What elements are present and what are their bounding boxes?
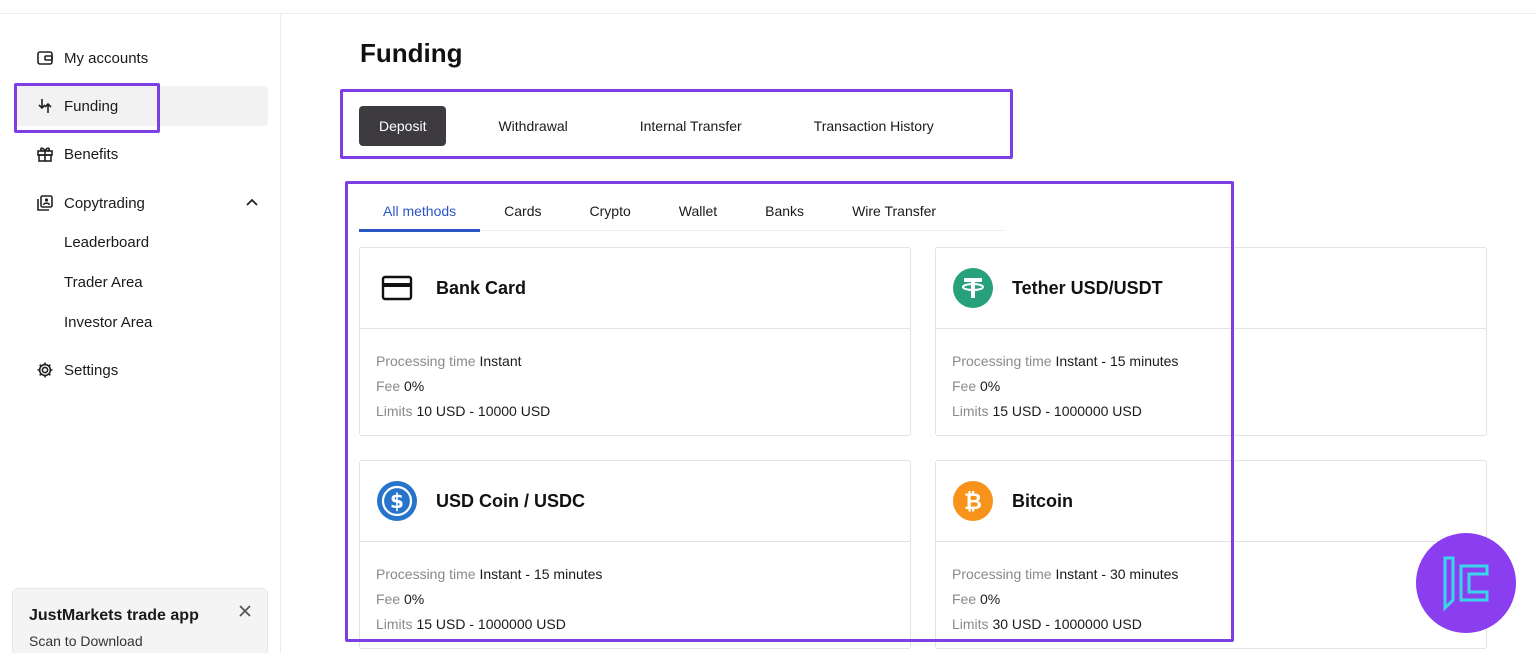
sidebar-subitem-leaderboard[interactable]: Leaderboard xyxy=(64,230,149,254)
page-title: Funding xyxy=(360,38,463,68)
wallet-icon xyxy=(36,49,54,67)
gear-icon xyxy=(36,361,54,379)
limits-value: 15 USD - 1000000 USD xyxy=(992,403,1142,419)
funding-tabs: Deposit Withdrawal Internal Transfer Tra… xyxy=(359,106,954,146)
usdc-icon: $ xyxy=(376,480,418,522)
brand-logo-badge xyxy=(1416,533,1516,633)
method-card-bank-card[interactable]: Bank Card Processing time Instant Fee 0%… xyxy=(359,247,911,436)
method-card-tether[interactable]: Tether USD/USDT Processing time Instant … xyxy=(935,247,1487,436)
fee-label: Fee xyxy=(376,378,401,394)
processing-label: Processing time xyxy=(952,566,1052,582)
copytrading-icon xyxy=(36,194,54,212)
svg-text:₿: ₿ xyxy=(964,490,982,515)
tab-wire-transfer[interactable]: Wire Transfer xyxy=(828,190,960,231)
tab-deposit[interactable]: Deposit xyxy=(359,106,447,146)
tab-cards[interactable]: Cards xyxy=(480,190,565,231)
tab-crypto[interactable]: Crypto xyxy=(566,190,655,231)
funding-arrows-icon xyxy=(36,97,54,115)
tab-withdrawal[interactable]: Withdrawal xyxy=(478,106,587,146)
fee-value: 0% xyxy=(404,378,425,394)
processing-value: Instant - 15 minutes xyxy=(479,566,603,582)
processing-value: Instant - 30 minutes xyxy=(1055,566,1179,582)
close-icon[interactable] xyxy=(237,603,253,619)
fee-value: 0% xyxy=(980,378,1001,394)
app-download-banner[interactable]: JustMarkets trade app Scan to Download xyxy=(12,588,268,653)
chevron-up-icon[interactable] xyxy=(244,195,260,211)
limits-value: 30 USD - 1000000 USD xyxy=(992,616,1142,632)
limits-value: 10 USD - 10000 USD xyxy=(416,403,551,419)
limits-label: Limits xyxy=(376,616,413,632)
tether-icon xyxy=(952,267,994,309)
processing-label: Processing time xyxy=(376,566,476,582)
sidebar-item-funding[interactable]: Funding xyxy=(16,86,268,126)
tab-wallet[interactable]: Wallet xyxy=(655,190,741,231)
processing-value: Instant xyxy=(479,353,522,369)
sidebar-item-benefits[interactable]: Benefits xyxy=(16,134,268,174)
fee-label: Fee xyxy=(952,378,977,394)
processing-label: Processing time xyxy=(952,353,1052,369)
app-banner-title: JustMarkets trade app xyxy=(29,607,199,624)
limits-value: 15 USD - 1000000 USD xyxy=(416,616,566,632)
fee-label: Fee xyxy=(952,591,977,607)
gift-icon xyxy=(36,145,54,163)
sidebar-item-label: My accounts xyxy=(64,49,149,67)
tab-transaction-history[interactable]: Transaction History xyxy=(794,106,954,146)
fee-value: 0% xyxy=(404,591,425,607)
fee-label: Fee xyxy=(376,591,401,607)
method-name: USD Coin / USDC xyxy=(436,490,586,511)
sidebar: My accounts Funding Benefits Copytrading… xyxy=(0,14,281,653)
processing-value: Instant - 15 minutes xyxy=(1055,353,1179,369)
bitcoin-icon: ₿ xyxy=(952,480,994,522)
fee-value: 0% xyxy=(980,591,1001,607)
method-name: Tether USD/USDT xyxy=(1012,277,1163,298)
method-name: Bank Card xyxy=(436,277,527,298)
sidebar-item-label: Benefits xyxy=(64,145,119,163)
card-icon xyxy=(376,267,418,309)
limits-label: Limits xyxy=(952,403,989,419)
tab-all-methods[interactable]: All methods xyxy=(359,190,481,232)
sidebar-subitem-investor-area[interactable]: Investor Area xyxy=(64,310,152,334)
sidebar-item-my-accounts[interactable]: My accounts xyxy=(16,38,268,78)
method-tabs: All methods Cards Crypto Wallet Banks Wi… xyxy=(359,190,1004,232)
processing-label: Processing time xyxy=(376,353,476,369)
method-card-bitcoin[interactable]: ₿ Bitcoin Processing time Instant - 30 m… xyxy=(935,460,1487,649)
sidebar-item-settings[interactable]: Settings xyxy=(16,350,268,390)
method-card-usdc[interactable]: $ USD Coin / USDC Processing time Instan… xyxy=(359,460,911,649)
sidebar-subitem-trader-area[interactable]: Trader Area xyxy=(64,270,143,294)
tab-banks[interactable]: Banks xyxy=(741,190,828,231)
tab-internal-transfer[interactable]: Internal Transfer xyxy=(620,106,762,146)
app-banner-subtitle: Scan to Download xyxy=(29,633,143,649)
limits-label: Limits xyxy=(376,403,413,419)
sidebar-item-copytrading[interactable]: Copytrading xyxy=(16,183,268,223)
sidebar-item-label: Copytrading xyxy=(64,194,145,212)
limits-label: Limits xyxy=(952,616,989,632)
method-name: Bitcoin xyxy=(1012,490,1073,511)
sidebar-item-label: Settings xyxy=(64,361,119,379)
sidebar-item-label: Funding xyxy=(64,97,119,115)
brand-logo-icon xyxy=(1443,556,1489,612)
svg-text:$: $ xyxy=(390,489,404,513)
